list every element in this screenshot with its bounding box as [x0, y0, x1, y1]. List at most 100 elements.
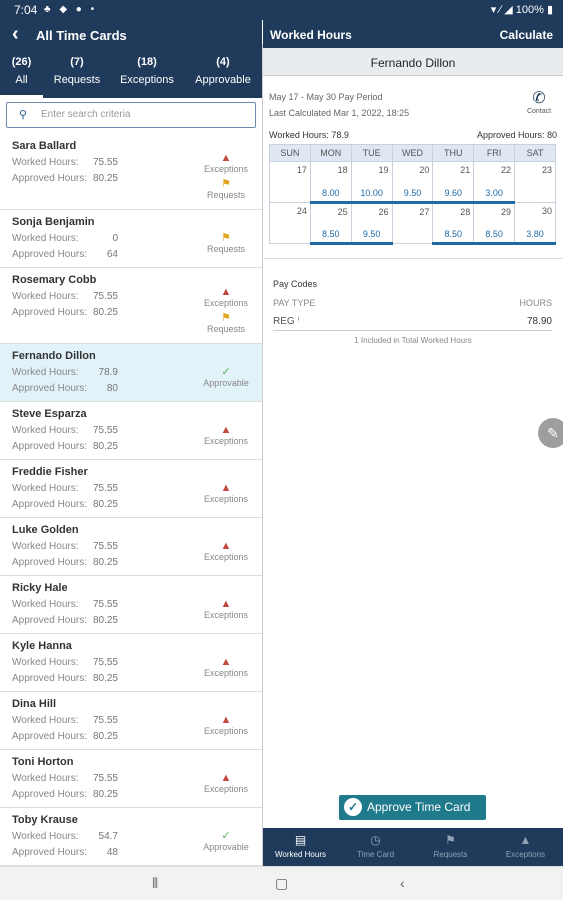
status-badge: ⚑ Requests: [196, 232, 256, 254]
approved-hours-value: 80.25: [92, 499, 118, 510]
system-back-icon[interactable]: ‹: [400, 875, 405, 891]
status-badge: ▲ Exceptions: [196, 714, 256, 736]
approved-hours-value: 48: [106, 847, 118, 858]
nav-requests[interactable]: ⚑ Requests: [413, 828, 488, 866]
status-badge: ▲ Exceptions: [196, 598, 256, 620]
day-hours: 9.50: [362, 229, 381, 239]
calendar-day[interactable]: 19 10.00: [350, 161, 393, 204]
clock-icon: ◷: [370, 833, 381, 847]
worked-hours-value: 75.55: [92, 483, 118, 494]
employee-row[interactable]: Sara Ballard Worked Hours: Approved Hours:…: [0, 134, 262, 210]
filter-tabs: (26) All (7) Requests (18) Exceptions (4…: [0, 50, 262, 98]
calculate-button[interactable]: Calculate: [500, 28, 553, 42]
calendar-day[interactable]: 24: [269, 202, 311, 244]
warning-icon: ▲: [519, 833, 532, 847]
approved-hours-value: 80.25: [92, 307, 118, 318]
weekday-header: SAT: [514, 144, 556, 162]
warning-icon: ▲: [220, 714, 232, 726]
tab-requests[interactable]: (7) Requests: [48, 50, 106, 98]
employee-row[interactable]: Ricky Hale Worked Hours: Approved Hours: 75…: [0, 576, 262, 634]
recent-apps-icon[interactable]: ⦀: [152, 875, 158, 892]
pay-codes-title: Pay Codes: [273, 279, 318, 289]
warning-icon: ▲: [220, 286, 232, 298]
status-badge: ⚑ Requests: [196, 312, 256, 334]
weekday-header: THU: [432, 144, 475, 162]
calendar-day[interactable]: 17: [269, 161, 311, 203]
status-badge: ▲ Exceptions: [196, 424, 256, 446]
status-badge-label: Approvable: [203, 378, 249, 388]
page-title: All Time Cards: [36, 28, 127, 43]
calendar-day[interactable]: 18 8.00: [309, 161, 352, 204]
warning-icon: ▲: [220, 598, 232, 610]
status-badge: ✓ Approvable: [196, 830, 256, 852]
included-note: 1 Included in Total Worked Hours: [354, 336, 472, 345]
tab-all[interactable]: (26) All: [0, 50, 43, 98]
employee-row[interactable]: Rosemary Cobb Worked Hours: Approved Hours…: [0, 268, 262, 344]
status-badge-label: Requests: [206, 244, 246, 254]
pay-type-reg[interactable]: REG ⁱ: [273, 316, 299, 327]
calendar-day[interactable]: 26 9.50: [350, 202, 393, 245]
employee-name: Toni Horton: [12, 756, 74, 768]
approved-hours-value: 80.25: [92, 173, 118, 184]
nav-time-card[interactable]: ◷ Time Card: [338, 828, 413, 866]
calendar-day[interactable]: 21 9.60: [432, 161, 475, 204]
calendar-day[interactable]: 23: [514, 161, 556, 203]
employee-row[interactable]: Freddie Fisher Worked Hours: Approved Hour…: [0, 460, 262, 518]
calendar-day[interactable]: 28 8.50: [432, 202, 475, 245]
day-number: 26: [378, 207, 389, 217]
status-badge: ✓ Approvable: [196, 366, 256, 388]
day-number: 24: [296, 206, 307, 216]
battery-icon: ▮: [546, 4, 553, 16]
employee-name: Toby Krause: [12, 814, 78, 826]
nav-exceptions[interactable]: ▲ Exceptions: [488, 828, 563, 866]
day-hours: 8.00: [322, 188, 340, 198]
warning-icon: ▲: [220, 482, 232, 494]
calendar-day[interactable]: 30 3.80: [514, 202, 556, 245]
status-badge: ▲ Exceptions: [196, 656, 256, 678]
status-badge-label: Requests: [206, 190, 246, 200]
employee-row[interactable]: Toni Horton Worked Hours: Approved Hours: 7…: [0, 750, 262, 808]
worked-hours-summary: Worked Hours: 78.9: [269, 130, 349, 140]
employee-name: Freddie Fisher: [12, 466, 88, 478]
tab-exceptions[interactable]: (18) Exceptions: [114, 50, 180, 98]
approve-time-card-button[interactable]: ✓ Approve Time Card: [339, 795, 486, 820]
status-badge-label: Exceptions: [203, 784, 249, 794]
pay-divider: [273, 330, 552, 331]
status-badge-label: Exceptions: [203, 298, 249, 308]
employee-name: Rosemary Cobb: [12, 274, 97, 286]
employee-row[interactable]: Kyle Hanna Worked Hours: Approved Hours: 75…: [0, 634, 262, 692]
employee-row[interactable]: Sonja Benjamin Worked Hours: Approved Hour…: [0, 210, 262, 268]
day-number: 25: [337, 207, 348, 217]
tab-approvable[interactable]: (4) Approvable: [190, 50, 256, 98]
status-badge-label: Exceptions: [203, 164, 249, 174]
status-badge: ⚑ Requests: [196, 178, 256, 200]
nav-worked-hours[interactable]: ▤ Worked Hours: [263, 828, 338, 866]
search-input[interactable]: ⚲ Enter search criteria: [6, 102, 256, 128]
calendar-day[interactable]: 25 8.50: [309, 202, 352, 245]
back-arrow-icon[interactable]: ‹: [12, 23, 19, 46]
right-header: Worked Hours Calculate: [263, 20, 563, 48]
status-badge-label: Exceptions: [203, 668, 249, 678]
status-badge: ▲ Exceptions: [196, 482, 256, 504]
calendar-day[interactable]: 29 8.50: [473, 202, 516, 245]
calendar-day[interactable]: 22 3.00: [473, 161, 516, 204]
home-icon[interactable]: ▢: [275, 875, 288, 892]
check-circle-icon: ✓: [344, 798, 362, 816]
employee-row[interactable]: Dina Hill Worked Hours: Approved Hours: 75.…: [0, 692, 262, 750]
employee-row[interactable]: Steve Esparza Worked Hours: Approved Hours…: [0, 402, 262, 460]
day-number: 21: [460, 165, 471, 175]
warning-icon: ▲: [220, 540, 232, 552]
nav-requests-label: Requests: [433, 850, 468, 859]
nav-worked-hours-label: Worked Hours: [275, 850, 326, 859]
approved-hours-value: 80: [106, 383, 118, 394]
employee-row[interactable]: Luke Golden Worked Hours: Approved Hours: 7…: [0, 518, 262, 576]
calendar-day[interactable]: 27: [391, 202, 434, 244]
edit-pencil-icon[interactable]: ✎: [538, 418, 563, 448]
contact-button[interactable]: ✆ Contact: [523, 88, 555, 115]
calendar-day[interactable]: 20 9.50: [391, 161, 434, 204]
employee-row[interactable]: Toby Krause Worked Hours: Approved Hours: 5…: [0, 808, 262, 866]
day-hours: 10.00: [360, 188, 383, 198]
worked-hours-value: 75.55: [92, 715, 118, 726]
employee-row[interactable]: Fernando Dillon Worked Hours: Approved Hou…: [0, 344, 262, 402]
pay-type-reg-hours: 78.90: [526, 316, 552, 327]
